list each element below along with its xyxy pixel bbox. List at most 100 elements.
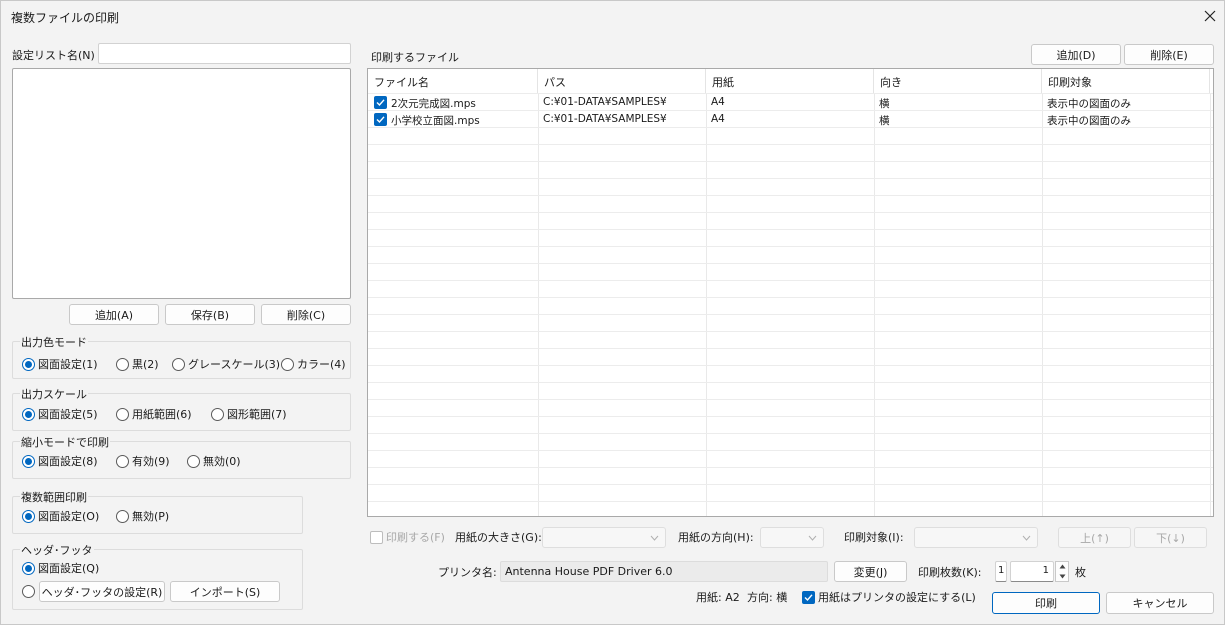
header-footer-option-drawing[interactable]: 図面設定(Q) <box>22 560 99 576</box>
radio-icon <box>187 454 200 468</box>
row-line <box>368 212 1213 213</box>
cell-orientation: 横 <box>879 98 890 110</box>
cell-filename: 2次元完成図.mps <box>391 98 476 110</box>
color-mode-option-color[interactable]: カラー(4) <box>281 356 346 372</box>
color-mode-option-black[interactable]: 黒(2) <box>116 356 159 372</box>
close-button[interactable] <box>1197 3 1223 29</box>
column-header-paper[interactable]: 用紙 <box>706 69 874 93</box>
output-scale-option-shape[interactable]: 図形範囲(7) <box>211 406 287 422</box>
paper-info: 用紙: A2 <box>696 591 740 604</box>
change-printer-button[interactable]: 変更(J) <box>834 561 907 582</box>
use-printer-paper-checkbox[interactable]: 用紙はプリンタの設定にする(L) <box>802 589 976 605</box>
column-header-path[interactable]: パス <box>538 69 706 93</box>
copies-input[interactable]: 1 <box>1010 561 1054 582</box>
shrink-mode-title: 縮小モードで印刷 <box>20 434 110 450</box>
spin-up-icon[interactable] <box>1059 564 1066 569</box>
file-delete-button[interactable]: 削除(E) <box>1124 44 1214 65</box>
shrink-mode-option-drawing[interactable]: 図面設定(8) <box>22 453 98 469</box>
header-footer-settings-button[interactable]: ヘッダ･フッタの設定(R) <box>39 581 165 602</box>
print-target-select[interactable] <box>914 527 1038 548</box>
cell-target: 表示中の図面のみ <box>1047 115 1131 127</box>
radio-label: 図面設定(1) <box>38 358 98 371</box>
color-mode-option-grayscale[interactable]: グレースケール(3) <box>172 356 280 372</box>
printer-name-field: Antenna House PDF Driver 6.0 <box>500 561 828 582</box>
color-mode-option-drawing[interactable]: 図面設定(1) <box>22 356 98 372</box>
spin-down-icon[interactable] <box>1059 574 1066 579</box>
printer-name-value: Antenna House PDF Driver 6.0 <box>505 565 673 578</box>
cell-target: 表示中の図面のみ <box>1047 98 1131 110</box>
output-scale-title: 出力スケール <box>20 386 88 402</box>
multi-range-title: 複数範囲印刷 <box>20 489 88 505</box>
list-name-label: 設定リスト名(N) <box>12 49 95 62</box>
radio-label: 黒(2) <box>132 358 159 371</box>
radio-label: 無効(P) <box>132 510 170 523</box>
cell-orientation: 横 <box>879 115 890 127</box>
output-scale-option-paper[interactable]: 用紙範囲(6) <box>116 406 192 422</box>
row-line <box>368 314 1213 315</box>
files-section-label: 印刷するファイル <box>371 51 459 64</box>
column-divider <box>706 93 707 516</box>
copies-prefix: 1 <box>998 565 1005 576</box>
file-table[interactable]: ファイル名 パス 用紙 向き 印刷対象 2次元完成図.mps C:¥01-DAT… <box>367 68 1214 517</box>
copies-value: 1 <box>1042 565 1049 576</box>
row-checkbox-checked-icon[interactable] <box>374 96 387 109</box>
radio-label: 図面設定(8) <box>38 455 98 468</box>
radio-selected-icon <box>22 407 35 421</box>
close-icon <box>1204 10 1216 22</box>
row-line <box>368 161 1213 162</box>
column-header-target[interactable]: 印刷対象 <box>1042 69 1210 93</box>
column-header-orientation[interactable]: 向き <box>874 69 1042 93</box>
radio-icon <box>22 585 35 598</box>
multi-range-option-drawing[interactable]: 図面設定(O) <box>22 508 99 524</box>
cancel-button[interactable]: キャンセル <box>1106 592 1214 614</box>
chevron-down-icon <box>808 535 817 541</box>
cell-path: C:¥01-DATA¥SAMPLES¥ <box>543 96 667 108</box>
color-mode-title: 出力色モード <box>20 334 88 350</box>
paper-direction-label: 用紙の方向(H): <box>678 531 754 544</box>
header-footer-option-custom[interactable] <box>22 585 35 598</box>
list-add-button[interactable]: 追加(A) <box>69 304 159 325</box>
settings-list-box[interactable] <box>12 68 351 299</box>
row-line <box>368 348 1213 349</box>
copies-spinner[interactable] <box>1055 561 1069 582</box>
row-line <box>368 280 1213 281</box>
move-up-button[interactable]: 上(↑) <box>1058 527 1131 548</box>
paper-size-label: 用紙の大きさ(G): <box>455 531 542 544</box>
table-row[interactable]: 小学校立面図.mps C:¥01-DATA¥SAMPLES¥ A4 横 表示中の… <box>368 111 1213 128</box>
import-button[interactable]: インポート(S) <box>170 581 280 602</box>
row-line <box>368 450 1213 451</box>
radio-label: 無効(0) <box>203 455 241 468</box>
copies-prefix-field[interactable]: 1 <box>995 561 1007 582</box>
list-delete-button[interactable]: 削除(C) <box>261 304 351 325</box>
table-row[interactable]: 2次元完成図.mps C:¥01-DATA¥SAMPLES¥ A4 横 表示中の… <box>368 94 1213 111</box>
output-scale-option-drawing[interactable]: 図面設定(5) <box>22 406 98 422</box>
cell-paper: A4 <box>711 113 725 125</box>
checkbox-label: 印刷する(F) <box>386 531 445 544</box>
row-line <box>368 229 1213 230</box>
radio-label: 有効(9) <box>132 455 170 468</box>
list-save-button[interactable]: 保存(B) <box>165 304 255 325</box>
radio-selected-icon <box>22 454 35 468</box>
row-line <box>368 416 1213 417</box>
row-line <box>368 501 1213 502</box>
checkbox-checked-icon <box>802 590 815 604</box>
file-add-button[interactable]: 追加(D) <box>1031 44 1121 65</box>
paper-size-select[interactable] <box>542 527 666 548</box>
paper-direction-select[interactable] <box>760 527 824 548</box>
row-line <box>368 263 1213 264</box>
shrink-mode-option-disabled[interactable]: 無効(0) <box>187 453 241 469</box>
move-down-button[interactable]: 下(↓) <box>1134 527 1207 548</box>
header-footer-title: ヘッダ･フッタ <box>20 542 94 558</box>
row-checkbox-checked-icon[interactable] <box>374 113 387 126</box>
print-button[interactable]: 印刷 <box>992 592 1100 614</box>
print-this-checkbox[interactable]: 印刷する(F) <box>370 529 445 545</box>
row-line <box>368 297 1213 298</box>
row-line <box>368 178 1213 179</box>
radio-icon <box>116 407 129 421</box>
shrink-mode-option-enabled[interactable]: 有効(9) <box>116 453 170 469</box>
cell-path: C:¥01-DATA¥SAMPLES¥ <box>543 113 667 125</box>
multi-range-option-disabled[interactable]: 無効(P) <box>116 508 169 524</box>
list-name-input[interactable] <box>98 43 351 64</box>
row-line <box>368 433 1213 434</box>
column-header-filename[interactable]: ファイル名 <box>368 69 538 93</box>
